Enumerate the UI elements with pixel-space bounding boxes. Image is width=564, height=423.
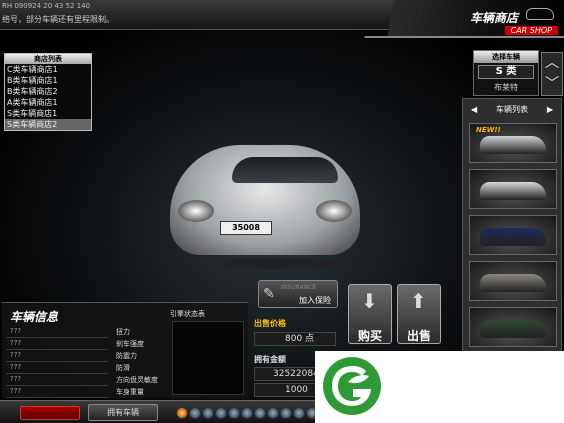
- buy-label: 购买: [357, 329, 382, 343]
- chevron-up-icon[interactable]: ︿: [542, 53, 562, 74]
- store-list-header: 商店列表: [5, 54, 91, 64]
- vehicle-select-panel: 选择车辆 S 类 布莱特: [473, 50, 539, 96]
- vehicle-brand-value[interactable]: 布莱特: [478, 81, 534, 94]
- page-dot[interactable]: [280, 407, 292, 419]
- store-item[interactable]: C类车辆商店1: [5, 64, 91, 75]
- vehicle-info-panel: 车辆信息 引擎状态表 ??? 扭力??? 刹车强度??? 防震力??? 防滑??? 方向盘…: [2, 302, 248, 398]
- car-list-prev-arrow[interactable]: ◀: [471, 99, 477, 121]
- car-windshield: [232, 157, 338, 183]
- car-thumbnail-image: [480, 228, 546, 246]
- watermark-box: [315, 351, 564, 423]
- page-dot[interactable]: [202, 407, 214, 419]
- shop-title-cn: 车辆商店: [469, 11, 518, 25]
- shop-title-en: CAR SHOP: [504, 26, 558, 35]
- page-dots: [176, 407, 331, 419]
- car-thumbnail-image: [480, 182, 546, 200]
- wrench-icon: ✎: [263, 286, 275, 302]
- stat-divider: [6, 361, 108, 362]
- system-message: 络号，部分车辆还有里程限制。: [2, 15, 114, 24]
- car-grille: [222, 259, 346, 269]
- owned-money-label: 拥有金额: [254, 355, 286, 364]
- exit-button[interactable]: [20, 406, 80, 420]
- store-item[interactable]: S类车辆商店1: [5, 108, 91, 119]
- car-thumbnail[interactable]: [469, 215, 557, 255]
- insurance-title: INSURANCE: [281, 284, 317, 291]
- stat-divider: [6, 385, 108, 386]
- headlight-right: [316, 200, 352, 222]
- sell-button[interactable]: ⬆ 出售: [397, 284, 441, 344]
- store-item[interactable]: S类车辆商店2: [5, 119, 91, 130]
- stat-unknown-value: ???: [10, 387, 22, 395]
- new-badge: NEW!!: [476, 126, 501, 134]
- stat-label: 扭力: [116, 328, 130, 336]
- page-dot[interactable]: [267, 407, 279, 419]
- car-thumbnail-image: [480, 274, 546, 292]
- car-thumbnail-image: [480, 136, 546, 154]
- store-item[interactable]: B类车辆商店2: [5, 86, 91, 97]
- headlight-left: [178, 200, 214, 222]
- license-plate: 35008: [220, 221, 272, 235]
- stat-unknown-value: ???: [10, 375, 22, 383]
- page-dot[interactable]: [241, 407, 253, 419]
- car-list-panel: ◀ 车辆列表 ▶ NEW!!: [462, 98, 562, 360]
- vehicle-class-value[interactable]: S 类: [478, 65, 534, 79]
- car-thumbnail[interactable]: [469, 169, 557, 209]
- store-list: C类车辆商店1 B类车辆商店1 B类车辆商店2 A类车辆商店1 S类车辆商店1 S类车辆商…: [5, 64, 91, 130]
- car-preview: 35008: [150, 125, 380, 285]
- stat-divider: [6, 397, 108, 398]
- car-thumbnail[interactable]: NEW!!: [469, 123, 557, 163]
- car-model: [170, 145, 360, 269]
- car-list-title: 车辆列表: [496, 105, 528, 114]
- stat-label: 防滑: [116, 364, 130, 372]
- vehicle-select-header: 选择车辆: [474, 51, 538, 63]
- stat-divider: [6, 337, 108, 338]
- car-thumbnail[interactable]: [469, 261, 557, 301]
- stat-label: 方向盘灵敏度: [116, 376, 158, 384]
- car-list-next-arrow[interactable]: ▶: [547, 99, 553, 121]
- page-dot[interactable]: [254, 407, 266, 419]
- stat-divider: [6, 373, 108, 374]
- leaf-logo: [323, 357, 381, 415]
- page-dot[interactable]: [215, 407, 227, 419]
- arrow-up-icon: ⬆: [410, 289, 427, 313]
- page-dot[interactable]: [228, 407, 240, 419]
- store-list-panel: 商店列表 C类车辆商店1 B类车辆商店1 B类车辆商店2 A类车辆商店1 S类车辆商店1…: [4, 53, 92, 131]
- car-icon: [526, 8, 554, 20]
- stat-label: 防震力: [116, 352, 137, 360]
- car-thumbnail[interactable]: [469, 307, 557, 347]
- stat-unknown-value: ???: [10, 351, 22, 359]
- insurance-button[interactable]: ✎ INSURANCE 加入保险: [258, 280, 338, 308]
- engine-status-title: 引擎状态表: [170, 310, 205, 318]
- chevron-down-icon[interactable]: ﹀: [542, 74, 562, 95]
- store-item[interactable]: A类车辆商店1: [5, 97, 91, 108]
- page-dot[interactable]: [293, 407, 305, 419]
- shop-header: 车辆商店 CAR SHOP: [364, 0, 564, 38]
- sell-label: 出售: [406, 329, 431, 343]
- stat-label: 车身重量: [116, 388, 144, 396]
- class-scroll-arrows: ︿ ﹀: [541, 52, 563, 96]
- stat-divider: [6, 349, 108, 350]
- owned-cars-button[interactable]: 拥有车辆: [88, 404, 158, 421]
- server-info: RH 090924 20 43 52 140: [2, 2, 91, 10]
- insurance-label: 加入保险: [299, 296, 331, 305]
- page-dot[interactable]: [189, 407, 201, 419]
- sale-price-value: 800 点: [254, 332, 336, 346]
- stat-label: 刹车强度: [116, 340, 144, 348]
- car-thumbnail-image: [480, 320, 546, 338]
- page-dot[interactable]: [176, 407, 188, 419]
- arrow-down-icon: ⬇: [361, 289, 378, 313]
- sale-price-label: 出售价格: [254, 319, 286, 328]
- buy-button[interactable]: ⬇ 购买: [348, 284, 392, 344]
- car-list-header: ◀ 车辆列表 ▶: [463, 99, 561, 121]
- stat-unknown-value: ???: [10, 327, 22, 335]
- car-shop-screen: RH 090924 20 43 52 140 络号，部分车辆还有里程限制。 车辆…: [0, 0, 564, 423]
- stat-unknown-value: ???: [10, 363, 22, 371]
- engine-status-box: [172, 321, 244, 395]
- stat-unknown-value: ???: [10, 339, 22, 347]
- vehicle-info-title: 车辆信息: [10, 310, 59, 324]
- store-item[interactable]: B类车辆商店1: [5, 75, 91, 86]
